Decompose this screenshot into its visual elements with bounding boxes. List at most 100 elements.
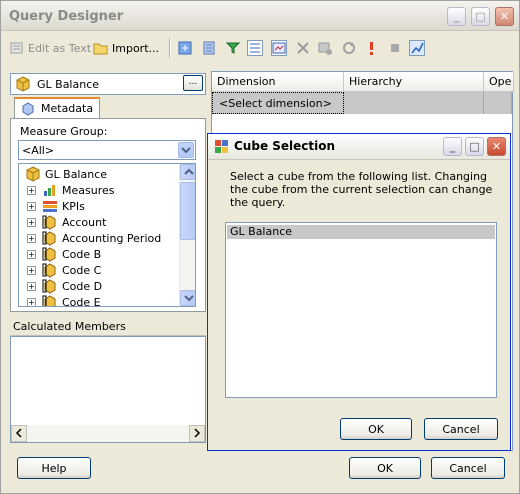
tree-item-code-c[interactable]: + Code C bbox=[27, 262, 101, 278]
column-header-dimension[interactable]: Dimension bbox=[212, 72, 344, 92]
tree-item-kpis[interactable]: + KPIs bbox=[27, 198, 85, 214]
minimize-icon: _ bbox=[453, 10, 460, 23]
select-dimension-cell[interactable]: <Select dimension> bbox=[212, 92, 344, 114]
minimize-icon: _ bbox=[449, 140, 456, 153]
browse-cube-button[interactable]: ... bbox=[183, 75, 203, 91]
help-button[interactable]: Help bbox=[17, 457, 91, 479]
toolbar-separator bbox=[169, 38, 171, 58]
execute-icon bbox=[317, 40, 333, 56]
tree-item-label: GL Balance bbox=[45, 167, 108, 181]
close-icon: ✕ bbox=[499, 10, 510, 23]
stop-button[interactable] bbox=[387, 37, 403, 59]
show-empty-cells-button[interactable] bbox=[247, 37, 263, 59]
tree-item-accounting-period[interactable]: + Accounting Period bbox=[27, 230, 161, 246]
execute-button[interactable] bbox=[317, 37, 333, 59]
cancel-button[interactable]: Cancel bbox=[431, 457, 505, 479]
expand-icon[interactable]: + bbox=[27, 185, 36, 195]
expand-icon[interactable]: + bbox=[27, 265, 36, 275]
filter-button[interactable] bbox=[225, 37, 241, 59]
hierarchy-cell[interactable] bbox=[344, 92, 484, 114]
chevron-down-icon bbox=[181, 147, 191, 154]
tree-item-code-e[interactable]: + Code E bbox=[27, 294, 101, 306]
tree-item-label: Accounting Period bbox=[62, 231, 162, 245]
edit-as-text-button[interactable]: Edit as Text bbox=[9, 37, 91, 59]
tree-item-cube[interactable]: GL Balance bbox=[25, 166, 107, 182]
design-mode-icon bbox=[409, 40, 425, 56]
dialog-maximize-button[interactable]: □ bbox=[465, 137, 484, 156]
tree-item-code-b[interactable]: + Code B bbox=[27, 246, 101, 262]
dimension-icon bbox=[42, 230, 58, 246]
expand-icon[interactable]: + bbox=[27, 201, 36, 211]
auto-execute-button[interactable] bbox=[271, 37, 287, 59]
dialog-close-button[interactable]: ✕ bbox=[487, 137, 506, 156]
design-mode-button[interactable] bbox=[409, 37, 425, 59]
refresh-button[interactable] bbox=[341, 37, 357, 59]
calc-horizontal-scrollbar[interactable] bbox=[11, 425, 205, 442]
dialog-minimize-button[interactable]: _ bbox=[443, 137, 462, 156]
title-bar: Query Designer _ □ ✕ bbox=[1, 1, 519, 31]
calculated-members-list[interactable] bbox=[10, 336, 206, 443]
import-label: Import... bbox=[112, 41, 159, 55]
expand-icon[interactable]: + bbox=[27, 249, 36, 259]
auto-execute-icon bbox=[271, 40, 287, 56]
scroll-thumb[interactable] bbox=[180, 182, 195, 240]
stop-icon bbox=[387, 40, 403, 56]
dialog-title-bar: Cube Selection _ □ ✕ bbox=[208, 134, 510, 160]
empty-cells-icon bbox=[247, 40, 263, 56]
close-button[interactable]: ✕ bbox=[495, 7, 514, 26]
scroll-right-button[interactable] bbox=[189, 425, 205, 442]
tab-metadata[interactable]: Metadata bbox=[14, 97, 100, 119]
measure-group-value: <All> bbox=[22, 144, 55, 157]
calculated-member-icon bbox=[177, 40, 193, 56]
tree-item-measures[interactable]: + Measures bbox=[27, 182, 114, 198]
dialog-description: Select a cube from the following list. C… bbox=[230, 170, 493, 209]
kpis-icon bbox=[42, 198, 58, 214]
scroll-down-button[interactable] bbox=[180, 290, 195, 306]
tree-item-account[interactable]: + Account bbox=[27, 214, 106, 230]
tab-metadata-label: Metadata bbox=[41, 102, 94, 115]
calculated-members-header: Calculated Members bbox=[10, 318, 206, 336]
expand-icon[interactable]: + bbox=[27, 217, 36, 227]
expand-icon[interactable]: + bbox=[27, 233, 36, 243]
tree-item-label: Code D bbox=[62, 279, 103, 293]
operator-cell[interactable] bbox=[484, 92, 512, 114]
maximize-icon: □ bbox=[469, 140, 480, 153]
minimize-button[interactable]: _ bbox=[447, 7, 466, 26]
dialog-cancel-button[interactable]: Cancel bbox=[424, 418, 498, 440]
cube-list[interactable]: GL Balance bbox=[225, 222, 497, 398]
import-button[interactable]: Import... bbox=[93, 37, 159, 59]
measure-group-select[interactable]: <All> bbox=[18, 140, 196, 160]
dimension-icon bbox=[42, 278, 58, 294]
add-parameter-button[interactable] bbox=[201, 37, 217, 59]
dialog-ok-button[interactable]: OK bbox=[340, 418, 412, 440]
expand-icon[interactable]: + bbox=[27, 297, 36, 306]
dialog-app-icon bbox=[214, 139, 230, 155]
toolbar: Edit as Text Import... bbox=[5, 35, 517, 61]
column-header-operator[interactable]: Ope bbox=[484, 72, 514, 92]
tree-item-label: Measures bbox=[62, 183, 115, 197]
tree-vertical-scrollbar[interactable] bbox=[179, 164, 195, 306]
tree-item-code-d[interactable]: + Code D bbox=[27, 278, 102, 294]
warning-button[interactable] bbox=[363, 37, 379, 59]
cube-icon bbox=[15, 76, 31, 92]
column-header-hierarchy[interactable]: Hierarchy bbox=[344, 72, 484, 92]
cube-name: GL Balance bbox=[37, 78, 100, 91]
calculated-members-label: Calculated Members bbox=[13, 320, 126, 333]
add-calculated-member-button[interactable] bbox=[177, 37, 193, 59]
measure-group-label: Measure Group: bbox=[20, 125, 108, 138]
scroll-left-button[interactable] bbox=[11, 425, 27, 442]
scroll-up-button[interactable] bbox=[180, 164, 195, 180]
expand-icon[interactable]: + bbox=[27, 281, 36, 291]
tree-item-label: KPIs bbox=[62, 199, 85, 213]
tree-item-label: Account bbox=[62, 215, 107, 229]
delete-button[interactable] bbox=[295, 37, 311, 59]
maximize-button[interactable]: □ bbox=[471, 7, 490, 26]
dialog-title: Cube Selection bbox=[234, 139, 336, 153]
dimension-icon bbox=[42, 262, 58, 278]
filter-icon bbox=[225, 40, 241, 56]
ok-button[interactable]: OK bbox=[349, 457, 421, 479]
tree-item-label: Code C bbox=[62, 263, 102, 277]
list-item[interactable]: GL Balance bbox=[227, 225, 495, 239]
dropdown-arrow-button[interactable] bbox=[178, 142, 194, 158]
tree-item-label: Code B bbox=[62, 247, 102, 261]
